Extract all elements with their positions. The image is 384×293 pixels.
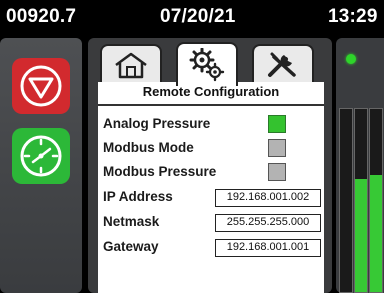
gauge-icon [20, 135, 62, 177]
status-date: 07/20/21 [160, 6, 236, 27]
analog-pressure-label: Analog Pressure [103, 116, 211, 131]
tab-settings[interactable] [176, 42, 238, 86]
gateway-field[interactable]: 192.168.001.001 [215, 239, 321, 257]
netmask-field[interactable]: 255.255.255.000 [215, 214, 321, 232]
remote-config-content: Remote Configuration Analog Pressure Mod… [98, 82, 324, 293]
status-value: 00920.7 [6, 6, 77, 27]
status-led-icon [346, 54, 356, 64]
stop-button[interactable] [12, 58, 70, 114]
gear-icon [189, 48, 225, 82]
level-bar-1 [339, 108, 353, 293]
right-indicator-column [336, 38, 384, 293]
status-time: 13:29 [328, 6, 378, 27]
modbus-pressure-label: Modbus Pressure [103, 164, 217, 179]
modbus-pressure-checkbox[interactable] [268, 163, 286, 181]
tools-icon [268, 52, 296, 77]
level-bar-2-fill [355, 178, 367, 292]
netmask-label: Netmask [103, 214, 160, 229]
status-bar: 00920.7 07/20/21 13:29 [0, 0, 384, 36]
level-bar-2 [354, 108, 368, 293]
gateway-label: Gateway [103, 239, 159, 254]
home-icon [115, 52, 147, 79]
level-bar-3-fill [370, 174, 382, 292]
ip-address-field[interactable]: 192.168.001.002 [215, 189, 321, 207]
modbus-mode-checkbox[interactable] [268, 139, 286, 157]
gauge-button[interactable] [12, 128, 70, 184]
modbus-mode-label: Modbus Mode [103, 140, 194, 155]
level-bar-3 [369, 108, 383, 293]
analog-pressure-checkbox[interactable] [268, 115, 286, 133]
stop-icon [20, 65, 62, 107]
tab-tools[interactable] [252, 44, 314, 84]
left-control-column [0, 38, 82, 293]
ip-address-label: IP Address [103, 189, 173, 204]
config-panel: Remote Configuration Analog Pressure Mod… [88, 38, 332, 293]
tab-home[interactable] [100, 44, 162, 84]
